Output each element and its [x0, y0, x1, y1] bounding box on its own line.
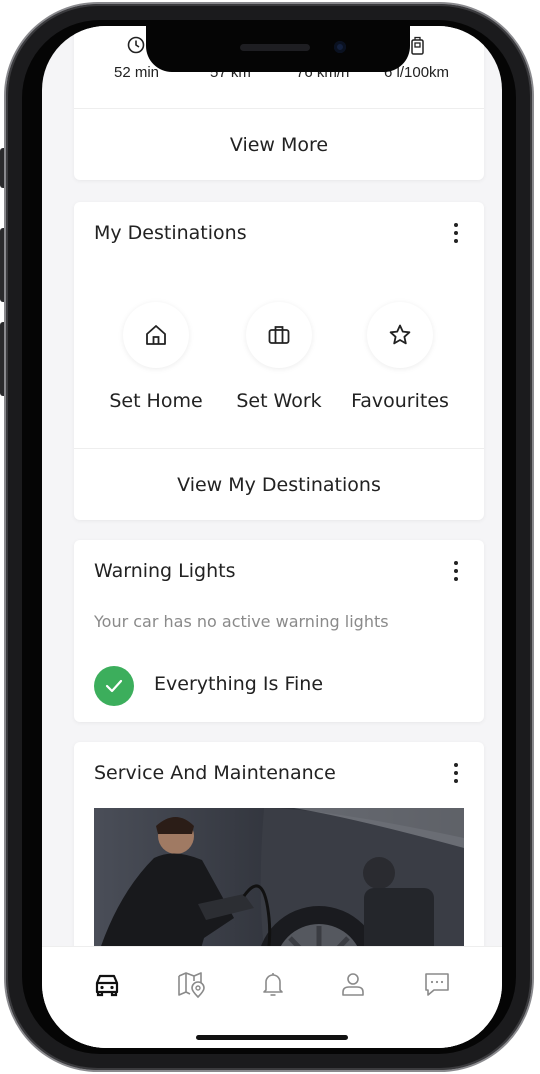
home-icon	[123, 302, 189, 368]
service-title: Service And Maintenance	[94, 762, 336, 784]
trip-duration: 52 min	[114, 64, 160, 81]
divider	[74, 448, 484, 449]
earpiece	[240, 44, 310, 51]
bottom-navigation	[42, 946, 502, 1048]
home-indicator[interactable]	[196, 1035, 348, 1040]
car-icon[interactable]	[92, 969, 122, 999]
bell-icon[interactable]	[258, 969, 288, 999]
warning-lights-more-icon[interactable]	[452, 560, 460, 584]
set-home-label: Set Home	[109, 390, 203, 412]
notch	[146, 26, 410, 72]
favourites-button[interactable]: Favourites	[340, 302, 460, 412]
app-screen: 52 min 57 km 76 km/h 6 l/100km View More…	[42, 26, 502, 1048]
front-camera	[334, 41, 346, 53]
set-home-button[interactable]: Set Home	[96, 302, 216, 412]
warning-lights-title: Warning Lights	[94, 560, 236, 582]
clock-icon	[126, 36, 146, 56]
warning-lights-card: Warning Lights Your car has no active wa…	[74, 540, 484, 722]
warning-status: Everything Is Fine	[154, 673, 324, 695]
service-more-icon[interactable]	[452, 762, 460, 786]
set-work-button[interactable]: Set Work	[219, 302, 339, 412]
warning-lights-subtitle: Your car has no active warning lights	[94, 612, 389, 631]
check-circle-icon	[94, 666, 134, 706]
favourites-label: Favourites	[351, 390, 449, 412]
destinations-more-icon[interactable]	[452, 222, 460, 246]
destinations-title: My Destinations	[94, 222, 247, 244]
divider	[74, 108, 484, 109]
star-icon	[367, 302, 433, 368]
map-icon[interactable]	[176, 969, 206, 999]
view-more-link[interactable]: View More	[74, 134, 484, 156]
chat-icon[interactable]	[422, 969, 452, 999]
destinations-card: My Destinations Set Home Set Work Favour…	[74, 202, 484, 520]
briefcase-icon	[246, 302, 312, 368]
fuel-icon	[408, 36, 428, 56]
set-work-label: Set Work	[236, 390, 322, 412]
view-my-destinations-link[interactable]: View My Destinations	[74, 474, 484, 496]
profile-icon[interactable]	[338, 969, 368, 999]
